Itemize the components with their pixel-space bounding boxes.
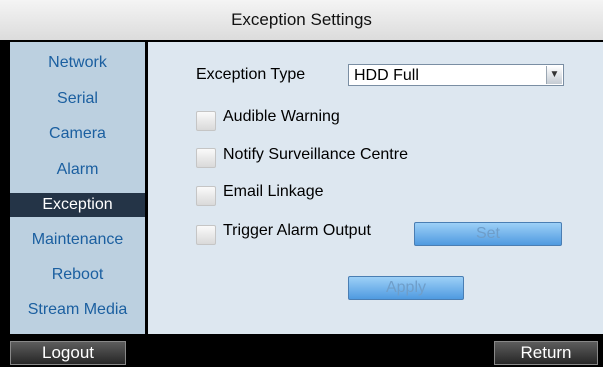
chevron-down-icon[interactable]: ▼	[546, 66, 562, 84]
email-linkage-label: Email Linkage	[223, 183, 324, 200]
trigger-alarm-output-label: Trigger Alarm Output	[223, 222, 371, 239]
bottom-bar: Logout Return	[0, 337, 603, 367]
sidebar-item-reboot[interactable]: Reboot	[10, 263, 145, 287]
sidebar-item-serial[interactable]: Serial	[10, 87, 145, 111]
notify-surveillance-centre-checkbox[interactable]	[196, 148, 216, 168]
sidebar-menu: Network Serial Camera Alarm Exception Ma…	[10, 42, 145, 334]
apply-button[interactable]: Apply	[348, 276, 464, 300]
window-title: Exception Settings	[0, 0, 603, 40]
audible-warning-label: Audible Warning	[223, 108, 340, 125]
audible-warning-checkbox[interactable]	[196, 111, 216, 131]
logout-button[interactable]: Logout	[10, 341, 126, 365]
sidebar-item-alarm[interactable]: Alarm	[10, 158, 145, 182]
sidebar-item-exception[interactable]: Exception	[10, 193, 145, 217]
sidebar-item-network[interactable]: Network	[10, 51, 145, 75]
exception-type-label: Exception Type	[196, 66, 306, 83]
sidebar-item-maintenance[interactable]: Maintenance	[10, 228, 145, 252]
set-button[interactable]: Set	[414, 222, 562, 246]
trigger-alarm-output-checkbox[interactable]	[196, 225, 216, 245]
exception-settings-panel: Exception Type HDD Full ▼ Audible Warnin…	[148, 42, 603, 334]
exception-type-value: HDD Full	[354, 67, 419, 84]
sidebar-item-stream-media[interactable]: Stream Media	[10, 298, 145, 322]
exception-type-select[interactable]: HDD Full ▼	[348, 64, 564, 86]
email-linkage-checkbox[interactable]	[196, 186, 216, 206]
notify-surveillance-centre-label: Notify Surveillance Centre	[223, 146, 408, 163]
return-button[interactable]: Return	[494, 341, 598, 365]
sidebar-item-camera[interactable]: Camera	[10, 122, 145, 146]
